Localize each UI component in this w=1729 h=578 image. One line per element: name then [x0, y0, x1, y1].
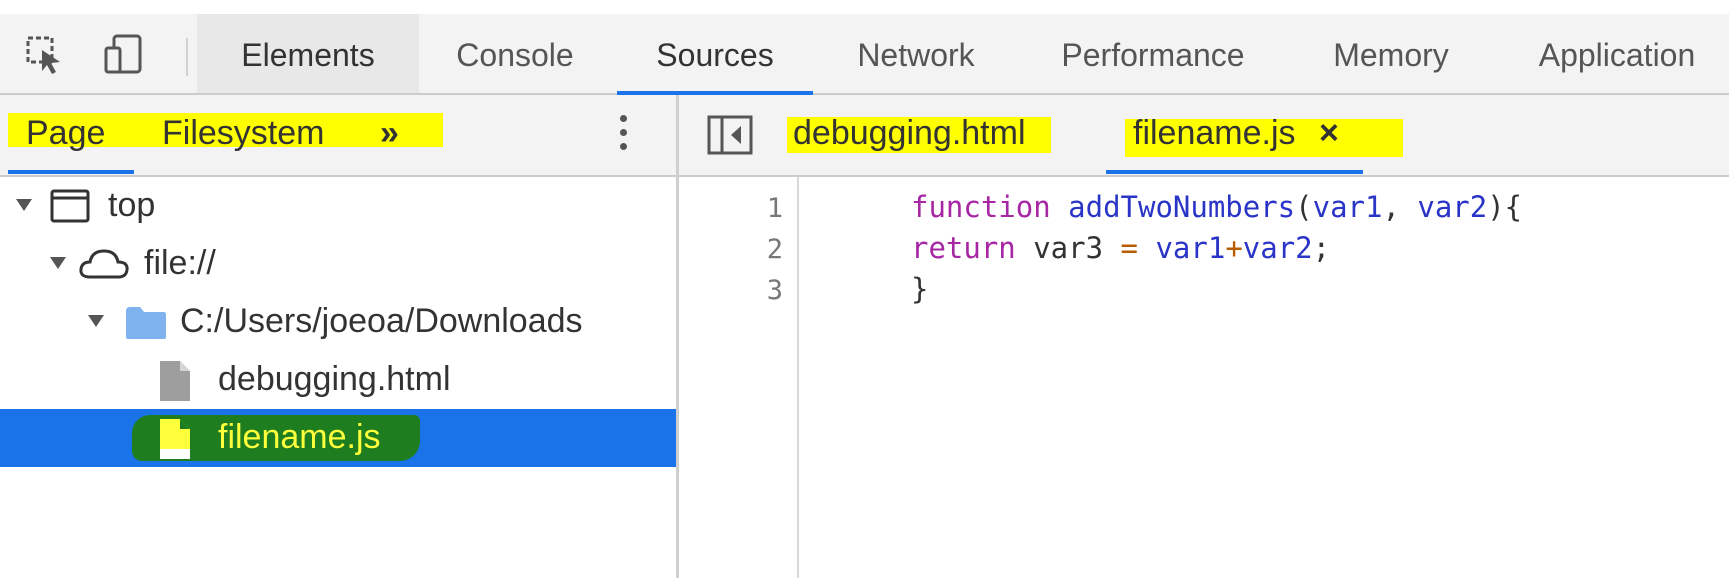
editor-tab-bar: debugging.html filename.js × [679, 95, 1729, 177]
tab-performance[interactable]: Performance [1048, 14, 1258, 93]
line-number: 2 [766, 234, 783, 265]
function-name: addTwoNumbers [1068, 190, 1296, 224]
tab-elements[interactable]: Elements [197, 14, 419, 93]
operator: + [1225, 231, 1243, 265]
line-number-gutter: 1 2 3 [679, 177, 799, 578]
punctuation: } [911, 272, 929, 306]
tab-application[interactable]: Application [1522, 14, 1712, 93]
navigator-tab-indicator [8, 170, 134, 174]
code-editor[interactable]: function addTwoNumbers(var1, var2){ retu… [911, 177, 1522, 341]
punctuation: ( [1295, 190, 1313, 224]
punctuation: ; [1312, 231, 1331, 265]
editor-tab-debugging-html[interactable]: debugging.html [793, 113, 1026, 153]
expand-arrow-icon[interactable] [50, 257, 66, 269]
identifier: var3 [1015, 231, 1121, 265]
devtools-tab-bar: Elements Console Sources Network Perform… [0, 14, 1729, 95]
navigator-tab-page[interactable]: Page [26, 113, 105, 153]
close-icon[interactable]: × [1319, 113, 1339, 153]
code-line: return var3 = var1+var2; [911, 228, 1330, 269]
tree-item-top[interactable]: top [0, 177, 676, 235]
tab-sources[interactable]: Sources [617, 14, 813, 95]
tab-network[interactable]: Network [836, 14, 996, 93]
file-icon [160, 361, 190, 401]
toolbar-separator [186, 38, 188, 76]
tree-item-folder[interactable]: C:/Users/joeoa/Downloads [0, 293, 676, 351]
tab-memory[interactable]: Memory [1318, 14, 1464, 93]
keyword: return [911, 231, 1016, 265]
toggle-navigator-icon[interactable] [707, 115, 753, 155]
inspect-element-icon[interactable] [22, 32, 66, 76]
code-line: } [911, 269, 928, 310]
punctuation: ){ [1487, 190, 1523, 224]
operator: = [1120, 231, 1138, 265]
line-number: 1 [766, 193, 783, 224]
cloud-icon [79, 249, 129, 279]
keyword: function [911, 190, 1051, 224]
editor-tab-indicator [1106, 170, 1363, 174]
file-icon [160, 419, 190, 459]
tree-item-origin[interactable]: file:// [0, 235, 676, 293]
tree-item-label: C:/Users/joeoa/Downloads [180, 302, 583, 340]
tree-item-file[interactable]: debugging.html [0, 351, 676, 409]
punctuation: , [1382, 190, 1418, 224]
window-top-strip [0, 0, 1729, 15]
folder-icon [126, 307, 166, 339]
editor-tab-filename-js[interactable]: filename.js [1133, 113, 1296, 153]
file-tree: top file:// C:/Users/joeoa/Downloads deb… [0, 177, 676, 578]
identifier: var2 [1242, 231, 1313, 265]
expand-arrow-icon[interactable] [88, 315, 104, 327]
tree-item-label: filename.js [218, 418, 381, 456]
navigator-header: Page Filesystem » [0, 95, 676, 177]
tab-console[interactable]: Console [440, 14, 590, 93]
identifier: var1 [1155, 231, 1226, 265]
kebab-menu-icon[interactable] [620, 115, 630, 159]
parameter: var2 [1417, 190, 1488, 224]
frame-icon [50, 189, 90, 223]
tree-item-label: file:// [144, 244, 216, 282]
tree-item-label: debugging.html [218, 360, 451, 398]
device-toolbar-icon[interactable] [102, 32, 146, 76]
code-line: function addTwoNumbers(var1, var2){ [911, 187, 1522, 228]
line-number: 3 [766, 275, 783, 306]
tree-item-label: top [108, 186, 156, 224]
parameter: var1 [1312, 190, 1383, 224]
expand-arrow-icon[interactable] [16, 199, 32, 211]
navigator-tab-filesystem[interactable]: Filesystem [162, 113, 324, 153]
tree-item-file-selected[interactable]: filename.js [0, 409, 676, 467]
more-tabs-chevron[interactable]: » [380, 113, 399, 153]
